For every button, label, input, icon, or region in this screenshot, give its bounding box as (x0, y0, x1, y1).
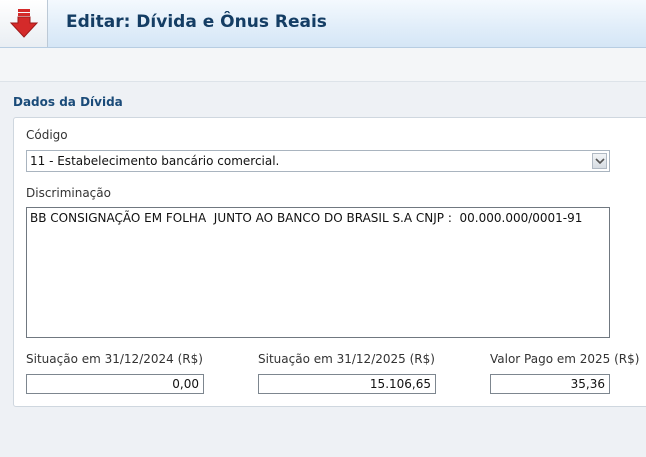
page-title: Editar: Dívida e Ônus Reais (66, 12, 327, 32)
codigo-label: Código (26, 128, 68, 142)
codigo-select-value: 11 - Estabelecimento bancário comercial. (30, 154, 280, 168)
discriminacao-label: Discriminação (26, 186, 111, 200)
valor-pago-label: Valor Pago em 2025 (R$) (490, 352, 640, 366)
toolbar-strip (0, 48, 646, 82)
valor-pago-input[interactable]: 35,36 (490, 374, 610, 394)
header-bar: Editar: Dívida e Ônus Reais (0, 0, 646, 48)
situacao-2025-input[interactable]: 15.106,65 (258, 374, 436, 394)
chevron-down-icon[interactable] (592, 153, 607, 169)
discriminacao-textarea[interactable]: BB CONSIGNAÇÃO EM FOLHA JUNTO AO BANCO D… (26, 207, 610, 338)
download-arrow-icon[interactable] (0, 0, 48, 47)
situacao-2024-label: Situação em 31/12/2024 (R$) (26, 352, 203, 366)
section-title: Dados da Dívida (13, 95, 123, 109)
situacao-2025-label: Situação em 31/12/2025 (R$) (258, 352, 435, 366)
situacao-2024-input[interactable]: 0,00 (26, 374, 204, 394)
codigo-select[interactable]: 11 - Estabelecimento bancário comercial. (26, 150, 610, 172)
